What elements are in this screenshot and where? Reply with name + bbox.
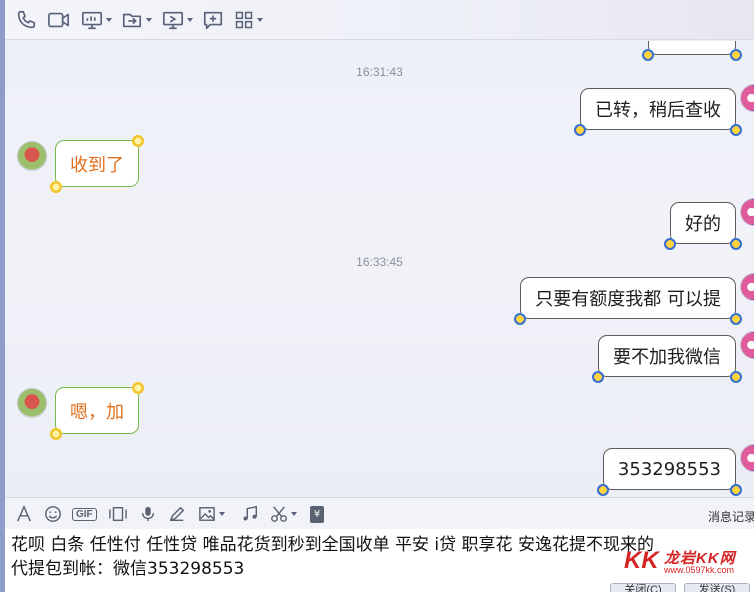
message-bubble-outgoing[interactable]: 要不加我微信 (592, 335, 742, 383)
chevron-down-icon (187, 18, 193, 22)
message-history-link[interactable]: 消息记录 (708, 508, 754, 525)
red-packet-icon[interactable]: ¥ (310, 504, 324, 524)
pen-icon[interactable] (168, 504, 186, 524)
file-transfer-icon[interactable] (121, 8, 152, 32)
chevron-down-icon (106, 18, 112, 22)
chat-message-area[interactable]: 16:31:43 已转，稍后查收 收到了 好的 16:33:45 只要有额度我都… (5, 41, 754, 496)
message-timestamp: 16:31:43 (356, 65, 403, 79)
emoji-icon[interactable] (44, 504, 62, 524)
gif-icon[interactable]: GIF (72, 504, 97, 524)
message-bubble-incoming[interactable]: 嗯，加 (50, 382, 144, 440)
message-bubble-outgoing[interactable]: 已转，稍后查收 (574, 88, 742, 136)
apps-icon[interactable] (234, 8, 263, 32)
self-avatar[interactable] (740, 444, 754, 472)
scissors-icon[interactable] (270, 504, 297, 524)
message-bubble-partial (642, 41, 742, 61)
chevron-down-icon (291, 512, 297, 516)
watermark-logo: KK (624, 547, 659, 574)
image-icon[interactable] (198, 504, 225, 524)
music-icon[interactable] (241, 504, 259, 524)
watermark-url: www.0597kk.com (664, 565, 735, 575)
message-bubble-outgoing[interactable]: 只要有额度我都 可以提 (514, 277, 742, 325)
chat-toolbar (5, 0, 754, 40)
send-button[interactable]: 发送(S) (684, 583, 750, 592)
screen-share-icon[interactable] (81, 8, 112, 32)
chevron-down-icon (146, 18, 152, 22)
site-watermark: KK 龙岩KK网 www.0597kk.com (620, 547, 752, 577)
video-call-icon[interactable] (47, 8, 71, 32)
add-icon[interactable] (202, 8, 224, 32)
message-bubble-outgoing[interactable]: 353298553 (596, 448, 743, 496)
contact-avatar[interactable] (17, 141, 47, 171)
remote-desktop-icon[interactable] (162, 8, 193, 32)
contact-avatar[interactable] (17, 388, 47, 418)
message-timestamp: 16:33:45 (356, 255, 403, 269)
phone-icon[interactable] (15, 8, 37, 32)
self-avatar[interactable] (740, 331, 754, 359)
self-avatar[interactable] (740, 84, 754, 112)
chevron-down-icon (257, 18, 263, 22)
self-avatar[interactable] (740, 273, 754, 301)
screenshot-icon[interactable] (108, 504, 128, 524)
close-button[interactable]: 关闭(C) (610, 583, 676, 592)
chevron-down-icon (219, 512, 225, 516)
message-bubble-outgoing[interactable]: 好的 (664, 202, 742, 250)
mic-icon[interactable] (140, 504, 156, 524)
input-toolbar: GIF ¥ 消息记录 (5, 497, 754, 529)
message-bubble-incoming[interactable]: 收到了 (50, 135, 144, 193)
font-icon[interactable] (15, 504, 33, 524)
self-avatar[interactable] (740, 198, 754, 226)
